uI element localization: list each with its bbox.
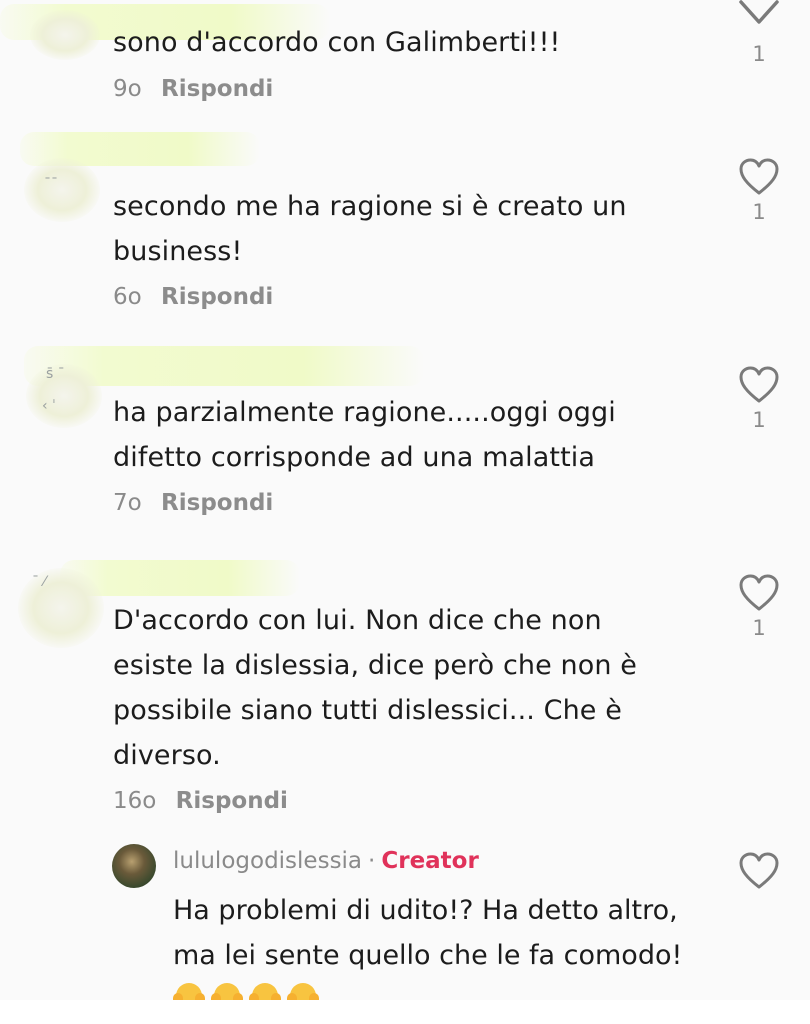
avatar	[30, 10, 100, 60]
comment-age: 9o	[113, 76, 142, 102]
comment-meta: 16o Rispondi	[113, 788, 288, 814]
chevron-down-icon[interactable]	[738, 0, 780, 30]
comment-meta: 9o Rispondi	[113, 76, 273, 102]
avatar-mark: ¯ ⁄	[32, 574, 46, 590]
reply-text-block: Ha problemi di udito!? Ha detto altro, m…	[173, 888, 713, 1000]
comment-age: 16o	[113, 788, 157, 814]
comment-age: 7o	[113, 490, 142, 516]
comment-text: secondo me ha ragione si è creato un bus…	[113, 191, 627, 267]
comment-age: 6o	[113, 284, 142, 310]
creator-badge: Creator	[381, 848, 479, 874]
avatar-mark: s̄ ¯	[46, 366, 65, 382]
separator: ·	[368, 848, 376, 874]
emoji-row	[173, 983, 325, 1000]
avatar	[24, 158, 100, 222]
avatar-mark: ‹ ˈ	[42, 398, 56, 414]
reply-text: Ha problemi di udito!? Ha detto altro, m…	[173, 895, 683, 971]
like-button[interactable]: 1	[736, 38, 782, 66]
face-with-hands-over-mouth-emoji	[249, 981, 281, 1000]
like-button[interactable]: 1	[736, 574, 782, 640]
face-with-hands-over-mouth-emoji	[173, 981, 205, 1000]
avatar-mark: ¯¯	[44, 176, 58, 192]
like-count: 1	[752, 200, 766, 224]
like-button[interactable]: 1	[736, 366, 782, 432]
comment-text: D'accordo con lui. Non dice che non esis…	[113, 605, 637, 771]
like-button[interactable]	[736, 852, 782, 890]
face-with-hands-over-mouth-emoji	[211, 981, 243, 1000]
like-button[interactable]: 1	[736, 158, 782, 224]
reply-button[interactable]: Rispondi	[161, 76, 273, 102]
reply-header: lululogodislessia · Creator	[173, 848, 479, 874]
heart-outline-icon	[739, 366, 779, 403]
face-with-hands-over-mouth-emoji	[287, 981, 319, 1000]
avatar	[18, 568, 104, 648]
comments-panel: sono d'accordo con Galimberti!!! 9o Risp…	[0, 0, 810, 1000]
bottom-band	[0, 1000, 810, 1024]
like-count: 1	[752, 42, 766, 66]
like-count: 1	[752, 616, 766, 640]
avatar[interactable]	[112, 844, 156, 888]
reply-button[interactable]: Rispondi	[161, 284, 273, 310]
comment-text: ha parzialmente ragione.....oggi oggi di…	[113, 397, 616, 473]
reply-button[interactable]: Rispondi	[161, 490, 273, 516]
comment-meta: 7o Rispondi	[113, 490, 273, 516]
comment-text: sono d'accordo con Galimberti!!!	[113, 27, 561, 58]
reply-button[interactable]: Rispondi	[176, 788, 288, 814]
username[interactable]: lululogodislessia	[173, 848, 362, 874]
heart-outline-icon	[739, 574, 779, 611]
comment-meta: 6o Rispondi	[113, 284, 273, 310]
heart-outline-icon	[739, 158, 779, 195]
heart-outline-icon	[739, 852, 779, 889]
like-count: 1	[752, 408, 766, 432]
